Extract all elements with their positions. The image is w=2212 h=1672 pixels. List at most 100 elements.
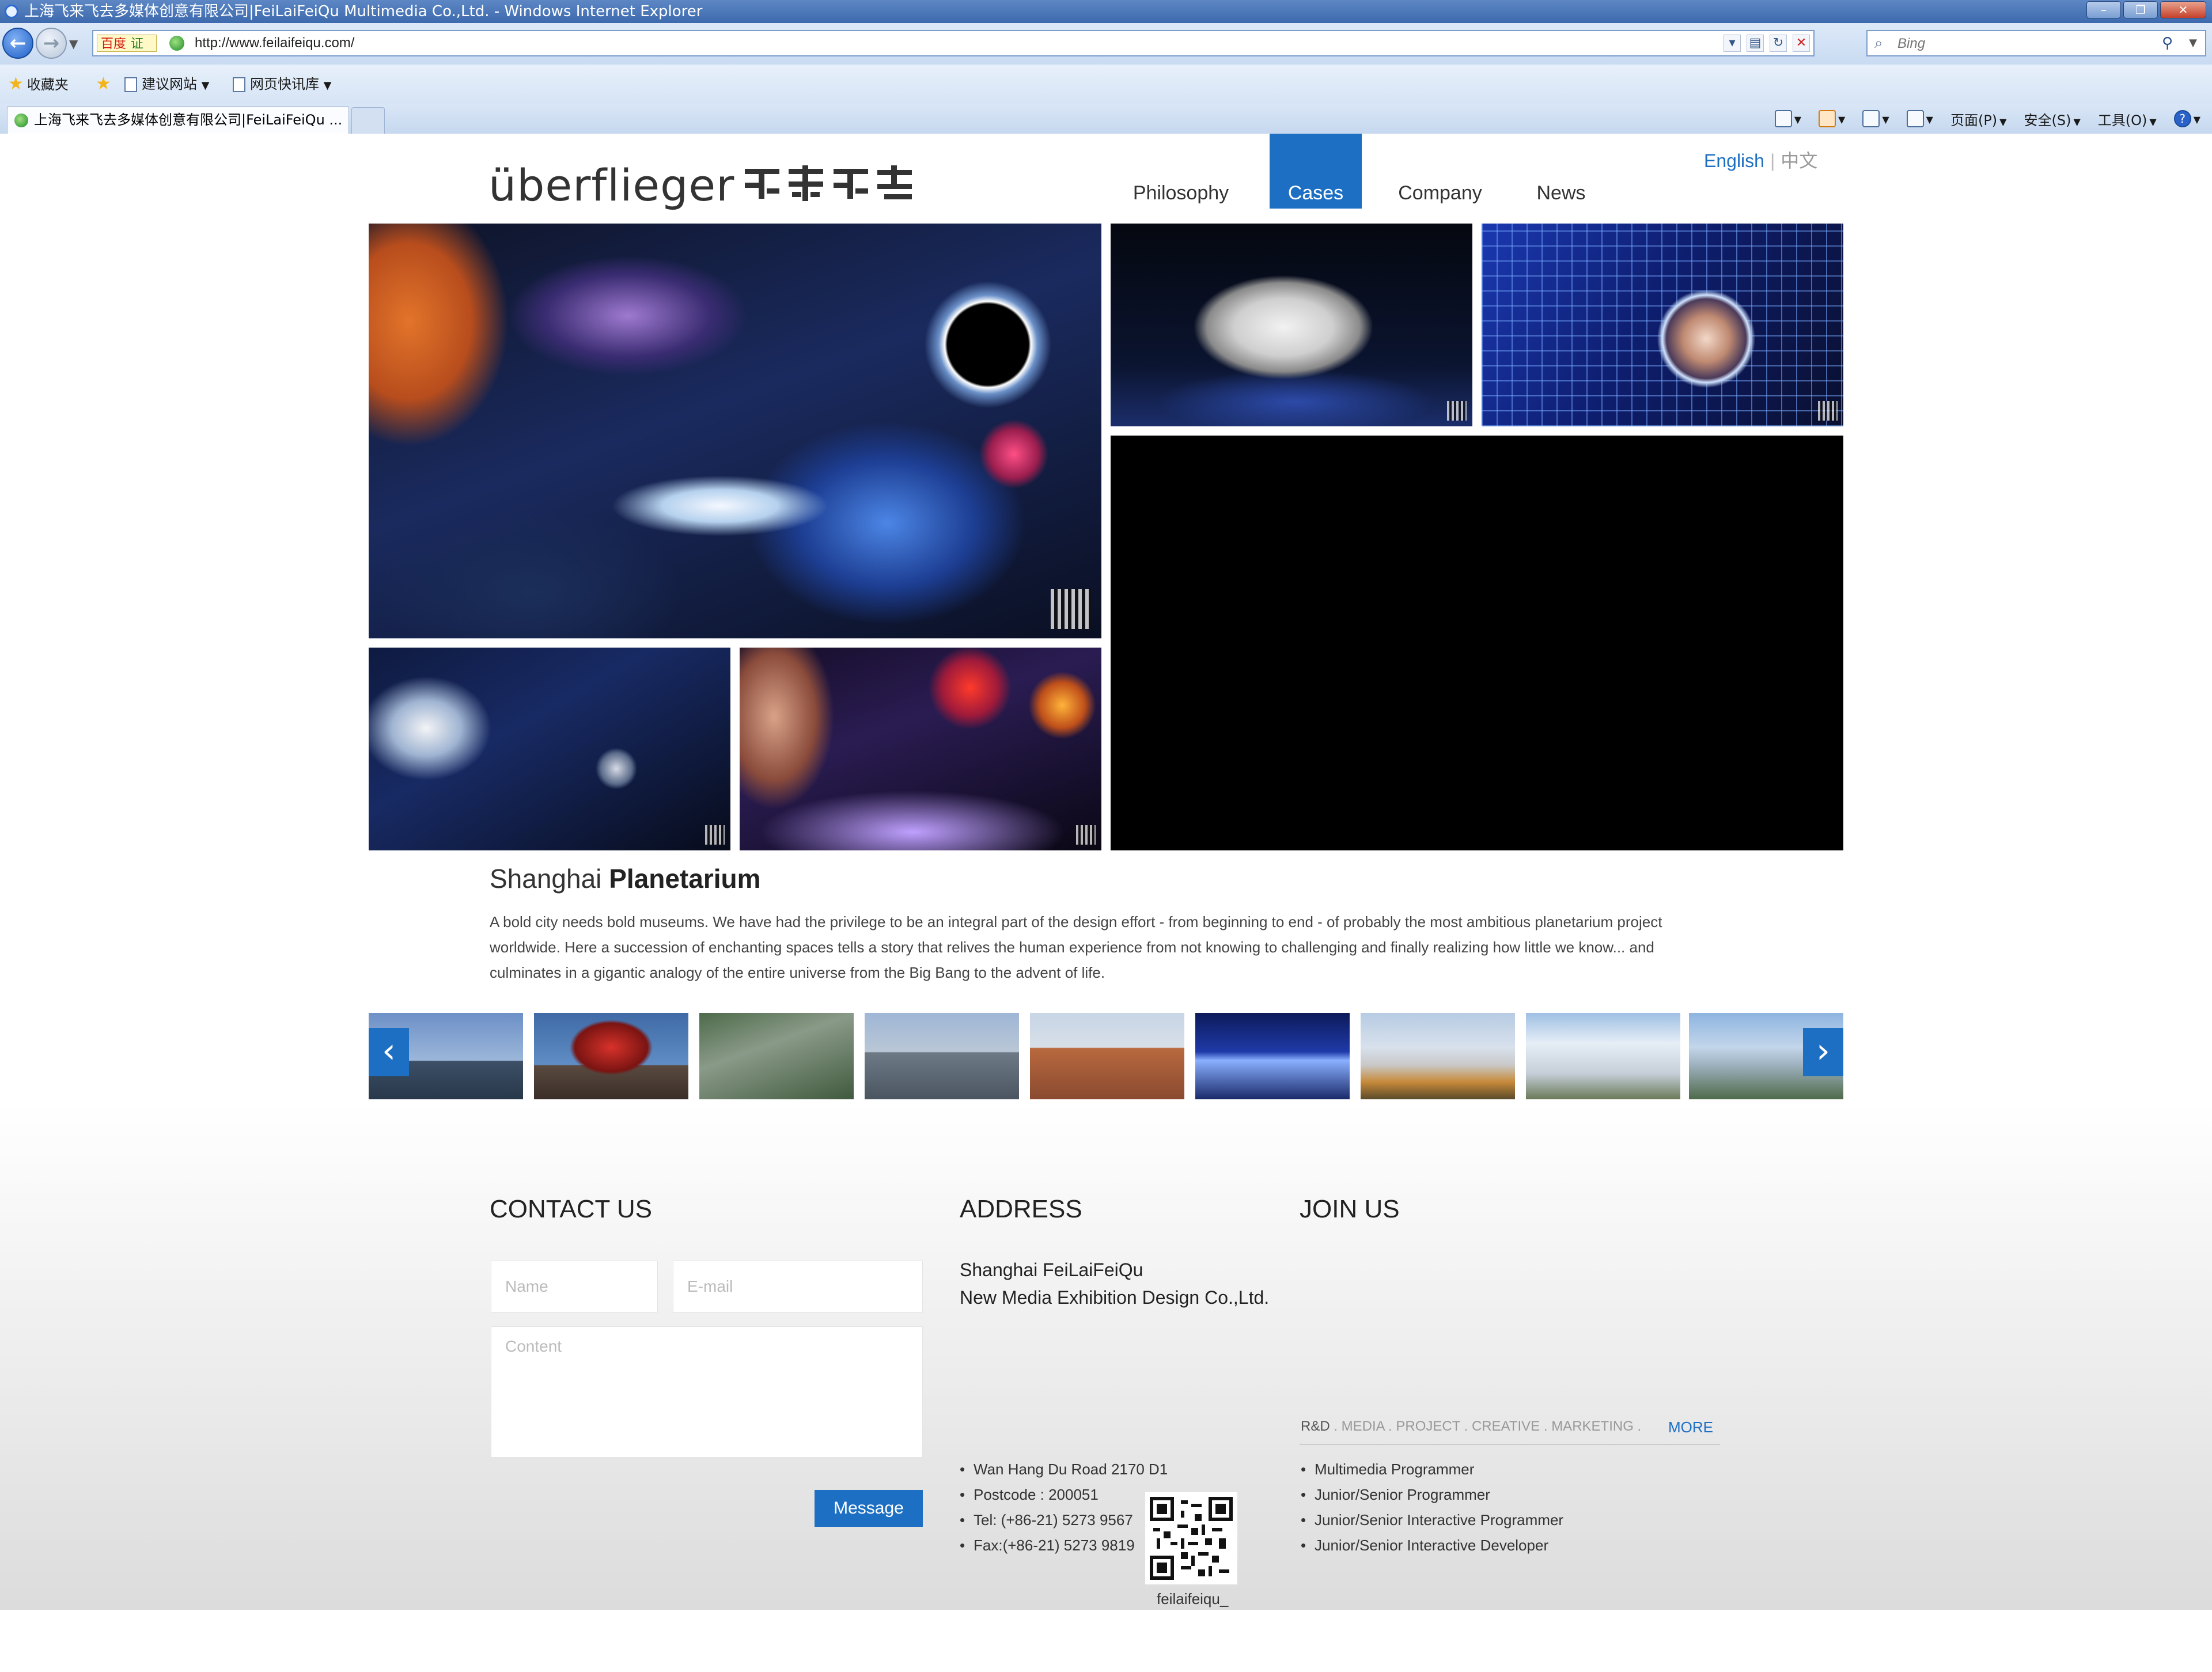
search-box[interactable]: ⌕ ⚲ ▼: [1866, 30, 2206, 56]
email-field[interactable]: [673, 1261, 923, 1312]
add-favorite-icon[interactable]: ★: [96, 65, 115, 104]
web-slice-gallery-label: 网页快讯库: [250, 76, 319, 92]
address-tools: ▾ ▤ ↻ ✕: [1724, 35, 1810, 52]
qr-caption: feilaifeiqu_: [1157, 1590, 1229, 1607]
job-item[interactable]: Junior/Senior Programmer: [1301, 1482, 1563, 1507]
search-options-icon[interactable]: ▼: [2189, 37, 2197, 49]
case-thumbnail[interactable]: [534, 1013, 688, 1099]
site-logo[interactable]: überflieger: [488, 157, 916, 214]
gallery-photo-solar-system[interactable]: [740, 648, 1101, 850]
gallery-main-photo[interactable]: [369, 224, 1101, 638]
case-thumbnail[interactable]: [1361, 1013, 1515, 1099]
nav-cases[interactable]: Cases: [1270, 134, 1362, 209]
safety-menu[interactable]: 安全(S) ▼: [2024, 109, 2080, 129]
favorites-star-icon: ★: [8, 74, 24, 94]
join-more-link[interactable]: MORE: [1668, 1418, 1713, 1436]
name-field[interactable]: [491, 1261, 658, 1312]
url-dropdown-icon[interactable]: ▾: [1724, 35, 1741, 52]
address-bar[interactable]: 百度证 http://www.feilaifeiqu.com/ ▾ ▤ ↻ ✕: [92, 30, 1815, 56]
feeds-button[interactable]: ▼: [1819, 110, 1845, 127]
url-text[interactable]: http://www.feilaifeiqu.com/: [195, 31, 354, 55]
favorites-button[interactable]: ★ 收藏夹: [8, 65, 69, 104]
address-toolbar: ← → ▼ 百度证 http://www.feilaifeiqu.com/ ▾ …: [0, 23, 2212, 65]
case-thumbnail[interactable]: [699, 1013, 854, 1099]
qr-watermark: [1076, 825, 1096, 845]
job-list: Multimedia Programmer Junior/Senior Prog…: [1301, 1457, 1563, 1558]
qr-watermark: [1051, 589, 1091, 629]
wechat-qr-code: [1145, 1492, 1237, 1584]
window-titlebar: 上海飞来飞去多媒体创意有限公司|FeiLaiFeiQu Multimedia C…: [0, 0, 2212, 23]
suggested-sites-link[interactable]: 建议网站 ▼: [124, 65, 209, 104]
restore-button[interactable]: ❐: [2123, 1, 2158, 18]
qr-watermark: [1818, 401, 1838, 421]
page-bottom-blank: [0, 1610, 2212, 1672]
case-title-city: Shanghai: [490, 864, 602, 894]
company-name: Shanghai FeiLaiFeiQu New Media Exhibitio…: [960, 1256, 1269, 1311]
join-departments: R&D . MEDIA . PROJECT . CREATIVE . MARKE…: [1301, 1418, 1641, 1435]
mail-button[interactable]: ▼: [1862, 110, 1889, 127]
page-menu-label: 页面(P): [1950, 112, 1998, 128]
case-thumbnail[interactable]: [865, 1013, 1019, 1099]
address-street: Wan Hang Du Road 2170 D1: [960, 1457, 1168, 1482]
contact-title: CONTACT US: [490, 1195, 652, 1223]
print-button[interactable]: ▼: [1906, 110, 1933, 127]
gallery-video-panel[interactable]: [1111, 436, 1843, 850]
help-menu[interactable]: ? ▼: [2173, 110, 2200, 127]
company-name-line2: New Media Exhibition Design Co.,Ltd.: [960, 1287, 1270, 1308]
search-input[interactable]: [1896, 33, 2152, 54]
gallery-photo-space-station[interactable]: [1111, 224, 1472, 426]
cert-label: 证: [131, 36, 144, 51]
tools-menu-label: 工具(O): [2097, 112, 2147, 128]
nav-company[interactable]: Company: [1382, 134, 1498, 209]
carousel-next-button[interactable]: ›: [1803, 1028, 1843, 1076]
lang-separator: |: [1770, 150, 1775, 171]
job-item[interactable]: Multimedia Programmer: [1301, 1457, 1563, 1482]
join-divider: [1300, 1444, 1720, 1445]
page-icon: [124, 77, 137, 92]
message-button[interactable]: Message: [815, 1490, 923, 1527]
history-dropdown-icon[interactable]: ▼: [69, 37, 78, 51]
job-item[interactable]: Junior/Senior Interactive Programmer: [1301, 1507, 1563, 1533]
page-icon: [233, 77, 245, 92]
case-thumbnail[interactable]: [1030, 1013, 1184, 1099]
web-slice-gallery-link[interactable]: 网页快讯库 ▼: [233, 65, 331, 104]
close-button[interactable]: ✕: [2160, 1, 2206, 18]
company-name-line1: Shanghai FeiLaiFeiQu: [960, 1259, 1143, 1280]
page-menu[interactable]: 页面(P) ▼: [1950, 109, 2007, 129]
mail-icon: [1862, 110, 1880, 127]
window-controls: – ❐ ✕: [2086, 1, 2206, 21]
case-title: Shanghai Planetarium: [490, 863, 761, 894]
compatibility-view-icon[interactable]: ▤: [1747, 35, 1764, 52]
job-item[interactable]: Junior/Senior Interactive Developer: [1301, 1533, 1563, 1558]
gallery-photo-gravity-hall[interactable]: [1482, 224, 1843, 426]
gallery-photo-walkway[interactable]: [369, 648, 730, 850]
rss-icon: [1819, 110, 1836, 127]
refresh-icon[interactable]: ↻: [1770, 35, 1787, 52]
search-go-icon[interactable]: ⚲: [2162, 35, 2173, 52]
back-button[interactable]: ←: [2, 28, 33, 59]
printer-icon: [1906, 110, 1924, 127]
case-thumbnail-carousel: [369, 1013, 1843, 1099]
baidu-cert-badge[interactable]: 百度证: [97, 35, 157, 52]
lang-chinese[interactable]: 中文: [1781, 150, 1817, 171]
forward-button[interactable]: →: [36, 28, 67, 59]
favorites-label: 收藏夹: [26, 77, 69, 93]
join-tags-rest: . MEDIA . PROJECT . CREATIVE . MARKETING…: [1334, 1418, 1642, 1434]
nav-philosophy[interactable]: Philosophy: [1118, 134, 1244, 209]
case-thumbnail[interactable]: [1195, 1013, 1350, 1099]
search-provider-icon: ⌕: [1874, 35, 1883, 52]
home-icon: [1774, 110, 1792, 127]
lang-english[interactable]: English: [1704, 150, 1764, 171]
address-postcode: Postcode : 200051: [960, 1482, 1168, 1507]
case-thumbnail[interactable]: [1526, 1013, 1680, 1099]
carousel-prev-button[interactable]: ‹: [369, 1028, 409, 1076]
content-field[interactable]: [491, 1326, 923, 1458]
nav-news[interactable]: News: [1521, 134, 1601, 209]
tools-menu[interactable]: 工具(O) ▼: [2098, 109, 2157, 129]
logo-chinese-mark: [744, 165, 916, 206]
home-button[interactable]: ▼: [1774, 110, 1801, 127]
minimize-button[interactable]: –: [2086, 1, 2121, 18]
new-tab-button[interactable]: [351, 107, 385, 134]
stop-icon[interactable]: ✕: [1793, 35, 1810, 52]
tab-feilaifeiqu[interactable]: 上海飞来飞去多媒体创意有限公司|FeiLaiFeiQu ...: [7, 106, 349, 134]
